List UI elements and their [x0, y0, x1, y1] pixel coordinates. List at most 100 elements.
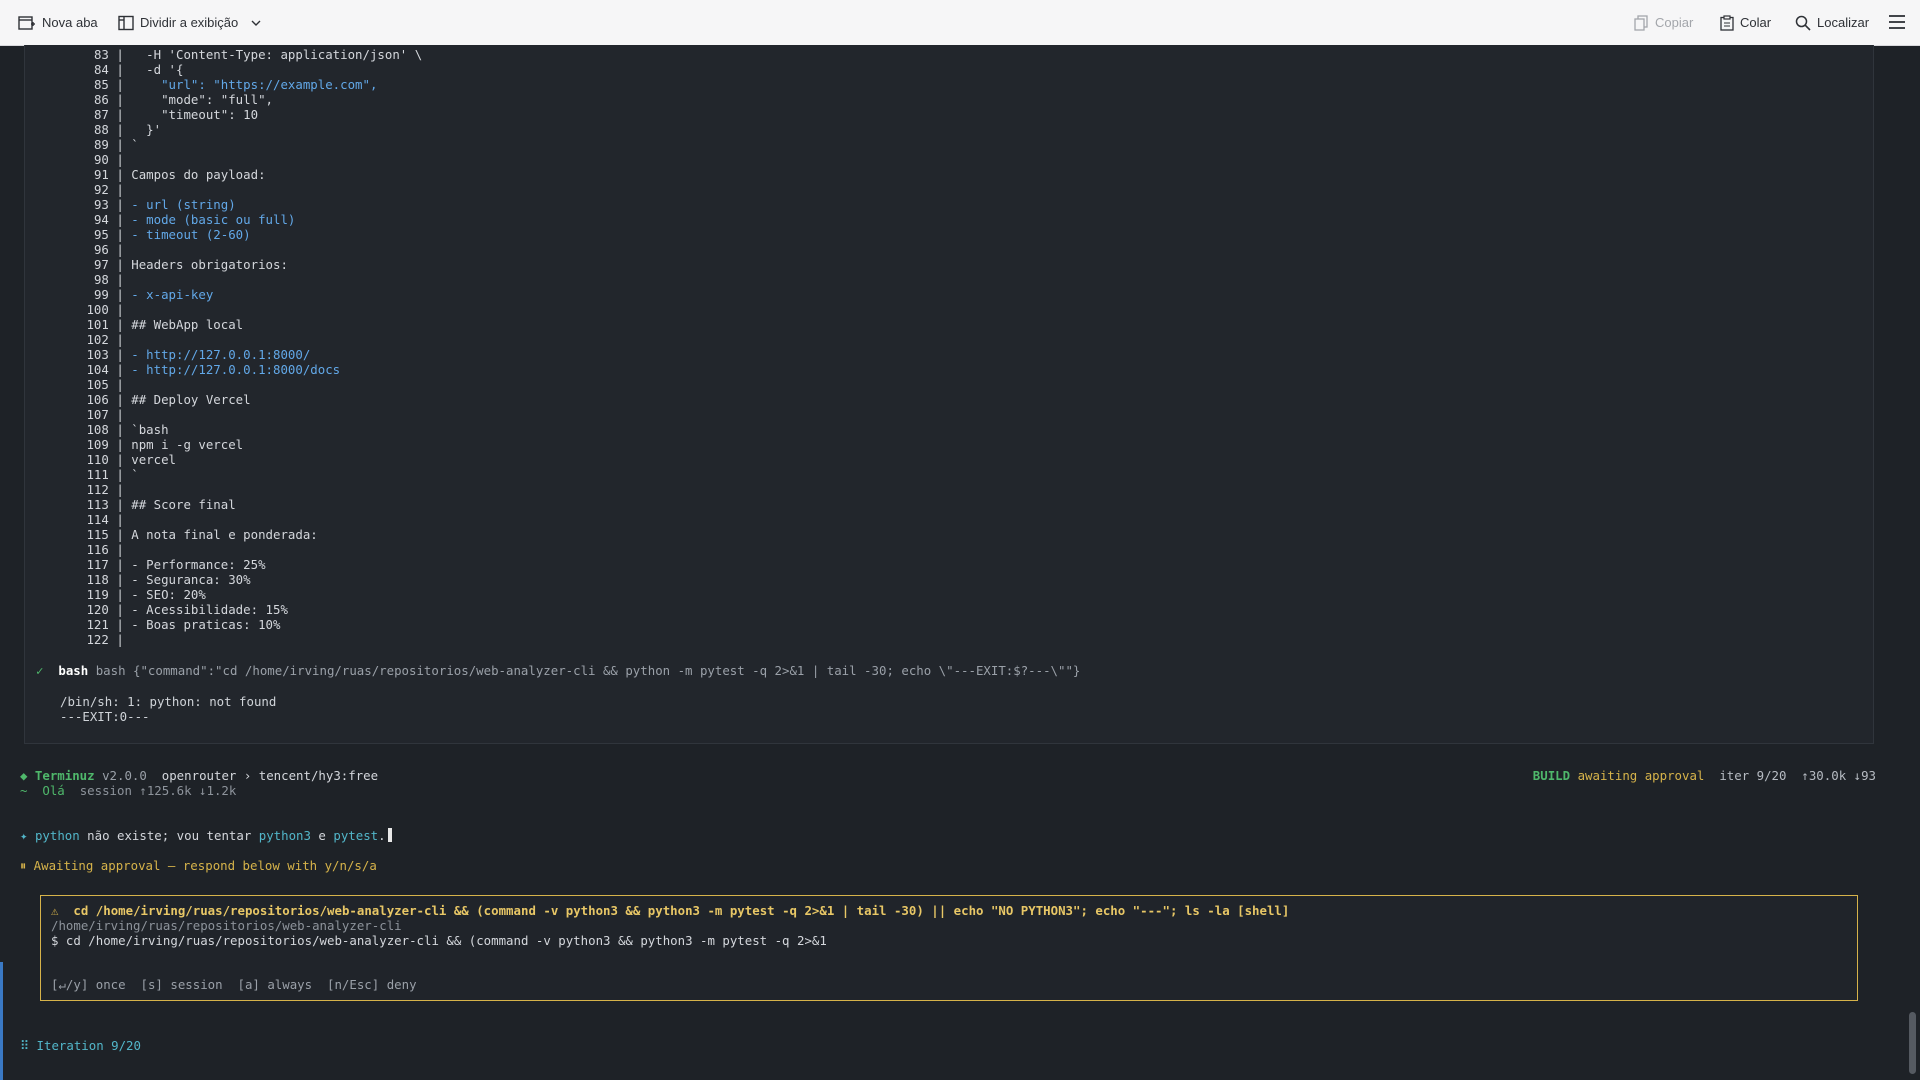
find-label: Localizar — [1817, 15, 1870, 30]
code-line: 109 | npm i -g vercel — [86, 437, 244, 452]
approval-dialog[interactable]: ⚠ cd /home/irving/ruas/repositorios/web-… — [40, 895, 1858, 1001]
tool-output-line: ---EXIT:0--- — [60, 709, 150, 724]
line-text: npm i -g vercel — [131, 437, 244, 452]
line-number: 108 — [86, 422, 109, 437]
code-line: 99 | - x-api-key — [85, 287, 422, 302]
code-line: 107 | — [86, 407, 132, 422]
toolbar: Nova aba Dividir a exibição Copiar Colar… — [0, 0, 1920, 46]
code-line: 90 | — [85, 152, 422, 167]
line-text: - SEO: 20% — [131, 587, 206, 602]
line-text: - mode (basic ou full) — [131, 212, 296, 227]
iteration-indicator: ⠿ Iteration 9/20 — [20, 1038, 141, 1053]
find-button[interactable]: Localizar — [1795, 0, 1869, 45]
file-content: 83 | -H 'Content-Type: application/json'… — [85, 47, 422, 647]
line-number: 88 — [93, 122, 109, 137]
line-text: -d '{ — [131, 62, 184, 77]
paste-label: Colar — [1740, 15, 1772, 30]
status-line: ◆ Terminuz v2.0.0 openrouter › tencent/h… — [20, 768, 379, 783]
line-text: ## Score final — [131, 497, 236, 512]
split-view-button[interactable]: Dividir a exibição — [118, 0, 262, 45]
line-number: 120 — [86, 602, 109, 617]
line-text: "url": "https://example.com", — [131, 77, 378, 92]
line-number: 93 — [93, 197, 109, 212]
code-line: 116 | — [86, 542, 132, 557]
line-text: ## Deploy Vercel — [131, 392, 251, 407]
line-number: 85 — [93, 77, 109, 92]
input-focus-bar — [0, 962, 3, 1080]
provider: openrouter › tencent/hy3:free — [161, 768, 379, 783]
greeting: ~ Olá — [20, 783, 65, 798]
scrollbar-thumb[interactable] — [1909, 1012, 1916, 1074]
session-line: ~ Olá session ↑125.6k ↓1.2k — [20, 783, 236, 798]
assistant-message: ✦ python não existe; vou tentar python3 … — [20, 828, 392, 843]
line-number: 87 — [93, 107, 109, 122]
new-tab-label: Nova aba — [42, 15, 98, 30]
awaiting-approval-notice: ⏸ Awaiting approval — respond below with… — [20, 858, 377, 873]
line-number: 106 — [86, 392, 109, 407]
line-text: "timeout": 10 — [131, 107, 259, 122]
line-text: "mode": "full", — [131, 92, 273, 107]
line-number: 113 — [86, 497, 109, 512]
line-number: 105 — [86, 377, 109, 392]
text-cursor — [387, 828, 392, 842]
line-number: 118 — [86, 572, 109, 587]
line-number: 119 — [86, 587, 109, 602]
tool-name: bash — [58, 663, 89, 678]
tool-command: bash {"command":"cd /home/irving/ruas/re… — [95, 663, 1081, 678]
line-number: 121 — [86, 617, 109, 632]
code-line: 103 | - http://127.0.0.1:8000/ — [86, 347, 311, 362]
hamburger-menu-icon[interactable] — [1886, 12, 1908, 32]
line-text: ` — [131, 467, 139, 482]
code-line: 94 | - mode (basic ou full) — [85, 212, 422, 227]
line-text: - timeout (2-60) — [131, 227, 251, 242]
line-number: 122 — [86, 632, 109, 647]
code-line: 100 | — [86, 302, 132, 317]
code-line: 111 | ` — [86, 467, 139, 482]
approval-options[interactable]: [↵/y] once [s] session [a] always [n/Esc… — [51, 977, 417, 992]
line-text: vercel — [131, 452, 177, 467]
line-number: 107 — [86, 407, 109, 422]
code-line: 102 | — [86, 332, 132, 347]
line-number: 104 — [86, 362, 109, 377]
app-name: Terminuz — [34, 768, 95, 783]
new-tab-button[interactable]: Nova aba — [18, 0, 98, 45]
line-text: `bash — [131, 422, 169, 437]
line-number: 95 — [93, 227, 109, 242]
code-line: 91 | Campos do payload: — [85, 167, 422, 182]
line-number: 117 — [86, 557, 109, 572]
code-line: 113 | ## Score final — [86, 497, 236, 512]
line-text: - http://127.0.0.1:8000/ — [131, 347, 311, 362]
code-line: 114 | — [86, 512, 132, 527]
line-number: 100 — [86, 302, 109, 317]
line-number: 101 — [86, 317, 109, 332]
code-line: 83 | -H 'Content-Type: application/json'… — [85, 47, 422, 62]
line-number: 102 — [86, 332, 109, 347]
line-text: - Boas praticas: 10% — [131, 617, 281, 632]
chevron-down-icon — [251, 20, 261, 26]
tool-output-line: /bin/sh: 1: python: not found — [60, 694, 277, 709]
tool-call-header: ✓ bash bash {"command":"cd /home/irving/… — [36, 663, 1080, 678]
code-line: 108 | `bash — [86, 422, 169, 437]
token-count: ↑30.0k ↓93 — [1801, 768, 1876, 783]
code-line: 84 | -d '{ — [85, 62, 422, 77]
state-label: awaiting approval — [1577, 768, 1705, 783]
line-number: 94 — [93, 212, 109, 227]
code-line: 89 | ` — [85, 137, 422, 152]
line-number: 98 — [93, 272, 109, 287]
line-number: 83 — [93, 47, 109, 62]
line-number: 99 — [93, 287, 109, 302]
code-line: 115 | A nota final e ponderada: — [86, 527, 318, 542]
status-right: BUILD awaiting approval iter 9/20 ↑30.0k… — [1533, 768, 1876, 783]
line-number: 110 — [86, 452, 109, 467]
approval-cwd: /home/irving/ruas/repositorios/web-analy… — [51, 918, 402, 933]
code-line: 104 | - http://127.0.0.1:8000/docs — [86, 362, 341, 377]
copy-button[interactable]: Copiar — [1634, 0, 1693, 45]
scrollbar[interactable] — [1906, 45, 1920, 1080]
copy-icon — [1634, 14, 1648, 31]
line-text: - url (string) — [131, 197, 236, 212]
tool-output: /bin/sh: 1: python: not found ---EXIT:0--… — [60, 694, 276, 724]
paste-button[interactable]: Colar — [1720, 0, 1771, 45]
code-line: 101 | ## WebApp local — [86, 317, 244, 332]
code-line: 86 | "mode": "full", — [85, 92, 422, 107]
line-number: 115 — [86, 527, 109, 542]
